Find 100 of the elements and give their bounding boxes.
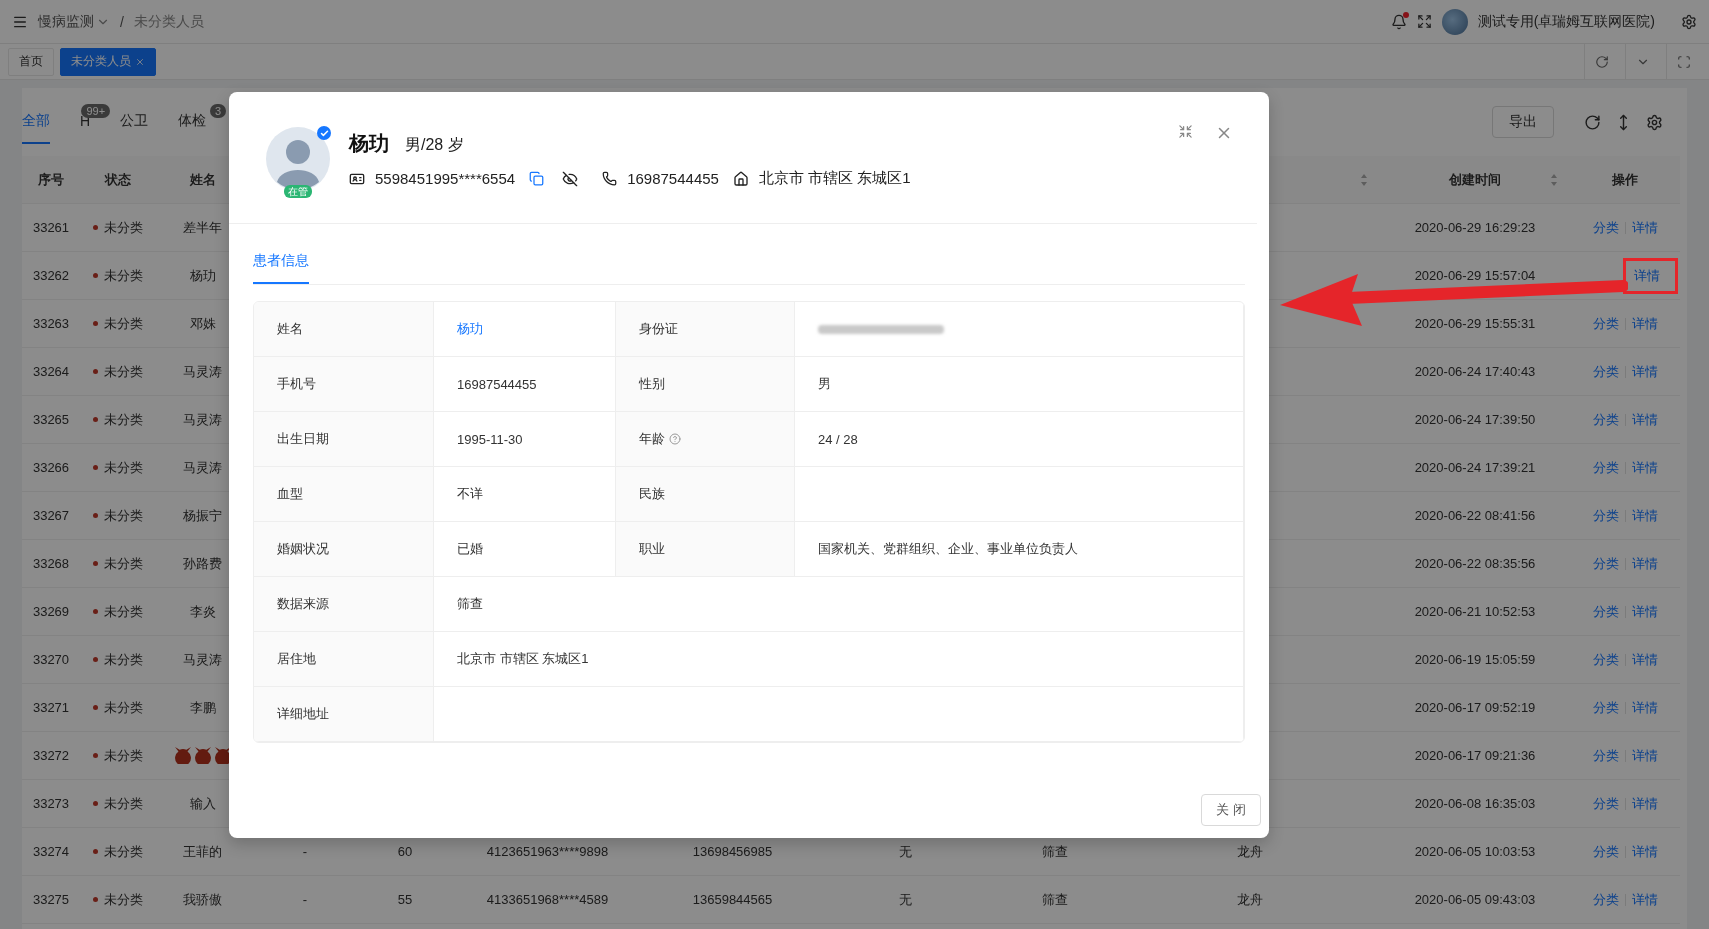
filter-tab[interactable]: 全部 <box>22 100 50 144</box>
action-link[interactable]: 分类 <box>1592 794 1619 813</box>
refresh-icon[interactable] <box>1584 113 1601 131</box>
sort-icon[interactable] <box>1550 172 1558 187</box>
fullscreen-icon[interactable] <box>1416 14 1432 29</box>
table-cell: 4133651968****4589 <box>486 892 609 907</box>
table-cell: 33263 <box>32 316 70 331</box>
status-text: 未分类 <box>103 650 143 669</box>
table-cell: 马灵涛 <box>183 362 222 381</box>
action-link[interactable]: 分类 <box>1592 602 1619 621</box>
field-label: 年龄 <box>616 412 795 467</box>
status-text: 未分类 <box>103 362 143 381</box>
field-label: 民族 <box>616 467 795 522</box>
sort-icon[interactable] <box>1360 172 1368 187</box>
page-tab[interactable]: 首页 <box>8 47 54 76</box>
table-cell: 杨振宁 <box>183 506 222 525</box>
highlight-frame <box>1623 258 1678 294</box>
action-link[interactable]: 详情 <box>1631 362 1658 381</box>
action-link[interactable]: 详情 <box>1631 218 1658 237</box>
minimize-icon[interactable] <box>1178 124 1193 139</box>
devil-emoji-icon <box>195 747 211 764</box>
status-dot <box>92 225 98 230</box>
status-text: 未分类 <box>103 410 143 429</box>
table-cell: 马灵涛 <box>183 410 222 429</box>
action-link[interactable]: 分类 <box>1592 410 1619 429</box>
table-cell: 55 <box>397 892 413 907</box>
field-label: 出生日期 <box>254 412 434 467</box>
modal-tab[interactable]: 患者信息 <box>253 252 309 284</box>
status-text: 未分类 <box>103 746 143 765</box>
action-link[interactable]: 详情 <box>1631 746 1658 765</box>
table-cell: 13698456985 <box>692 844 773 859</box>
created-time: 2020-06-19 15:05:59 <box>1414 652 1536 667</box>
status-text: 未分类 <box>103 266 143 285</box>
field-label: 手机号 <box>254 357 434 412</box>
action-link[interactable]: 详情 <box>1631 410 1658 429</box>
created-time: 2020-06-24 17:39:21 <box>1414 460 1536 475</box>
status-dot <box>92 753 98 758</box>
help-icon[interactable] <box>669 433 681 445</box>
action-link[interactable]: 详情 <box>1631 698 1658 717</box>
action-link[interactable]: 详情 <box>1634 266 1660 285</box>
bell-icon[interactable] <box>1390 13 1407 30</box>
close-button[interactable]: 关 闭 <box>1201 794 1261 826</box>
settings-icon[interactable] <box>1681 13 1697 30</box>
status-text: 未分类 <box>103 698 143 717</box>
status-text: 未分类 <box>103 554 143 573</box>
action-link[interactable]: 详情 <box>1631 842 1658 861</box>
table-cell: - <box>302 892 308 907</box>
action-link[interactable]: 详情 <box>1631 794 1658 813</box>
action-link[interactable]: 分类 <box>1592 698 1619 717</box>
action-link[interactable]: 分类 <box>1592 890 1619 909</box>
action-link[interactable]: 详情 <box>1631 650 1658 669</box>
field-value: 筛查 <box>434 577 1244 632</box>
table-cell: 李炎 <box>189 602 216 621</box>
home-icon <box>732 170 749 187</box>
action-link[interactable]: 详情 <box>1631 602 1658 621</box>
table-cell: 马灵涛 <box>183 458 222 477</box>
eye-off-icon[interactable] <box>562 170 579 187</box>
action-link[interactable]: 详情 <box>1631 890 1658 909</box>
action-link[interactable]: 分类 <box>1592 842 1619 861</box>
status-dot <box>92 801 98 806</box>
table-cell: 33270 <box>32 652 70 667</box>
action-link[interactable]: 分类 <box>1592 650 1619 669</box>
action-link[interactable]: 分类 <box>1592 746 1619 765</box>
table-cell: 我骄傲 <box>183 890 222 909</box>
page-tab[interactable]: 未分类人员 <box>60 47 156 76</box>
table-cell: 杨玏 <box>189 266 216 285</box>
action-link[interactable]: 分类 <box>1592 218 1619 237</box>
action-link[interactable]: 分类 <box>1592 458 1619 477</box>
action-link[interactable]: 分类 <box>1592 314 1619 333</box>
status-text: 未分类 <box>103 458 143 477</box>
status-dot <box>92 609 98 614</box>
copy-icon[interactable] <box>529 171 545 186</box>
table-cell: 龙舟 <box>1237 842 1263 861</box>
breadcrumb-item[interactable]: 慢病监测 <box>38 12 94 31</box>
field-label: 居住地 <box>254 632 434 687</box>
status-dot <box>92 897 98 902</box>
table-cell: 差半年 <box>183 218 222 237</box>
table-cell: 33265 <box>32 412 70 427</box>
action-link[interactable]: 分类 <box>1592 554 1619 573</box>
action-link[interactable]: 详情 <box>1631 314 1658 333</box>
user-avatar[interactable] <box>1441 8 1468 35</box>
action-link[interactable]: 详情 <box>1631 506 1658 525</box>
table-cell: 33267 <box>32 508 70 523</box>
status-dot <box>92 657 98 662</box>
action-link[interactable]: 分类 <box>1592 506 1619 525</box>
created-time: 2020-06-22 08:41:56 <box>1414 508 1536 523</box>
action-link[interactable]: 分类 <box>1592 362 1619 381</box>
export-button[interactable]: 导出 <box>1492 106 1554 138</box>
table-cell: 33274 <box>32 844 70 859</box>
status-dot <box>92 561 98 566</box>
user-name[interactable]: 测试专用(卓瑞姆互联网医院) <box>1477 12 1655 31</box>
action-link[interactable]: 详情 <box>1631 554 1658 573</box>
settings-icon[interactable] <box>1646 113 1663 131</box>
status-dot <box>92 705 98 710</box>
filter-tab[interactable]: 公卫 <box>120 100 149 144</box>
close-icon[interactable] <box>135 56 145 67</box>
action-link[interactable]: 详情 <box>1631 458 1658 477</box>
filter-tab[interactable]: 体检 <box>178 100 207 144</box>
created-time: 2020-06-24 17:40:43 <box>1414 364 1536 379</box>
field-label: 详细地址 <box>254 687 434 742</box>
